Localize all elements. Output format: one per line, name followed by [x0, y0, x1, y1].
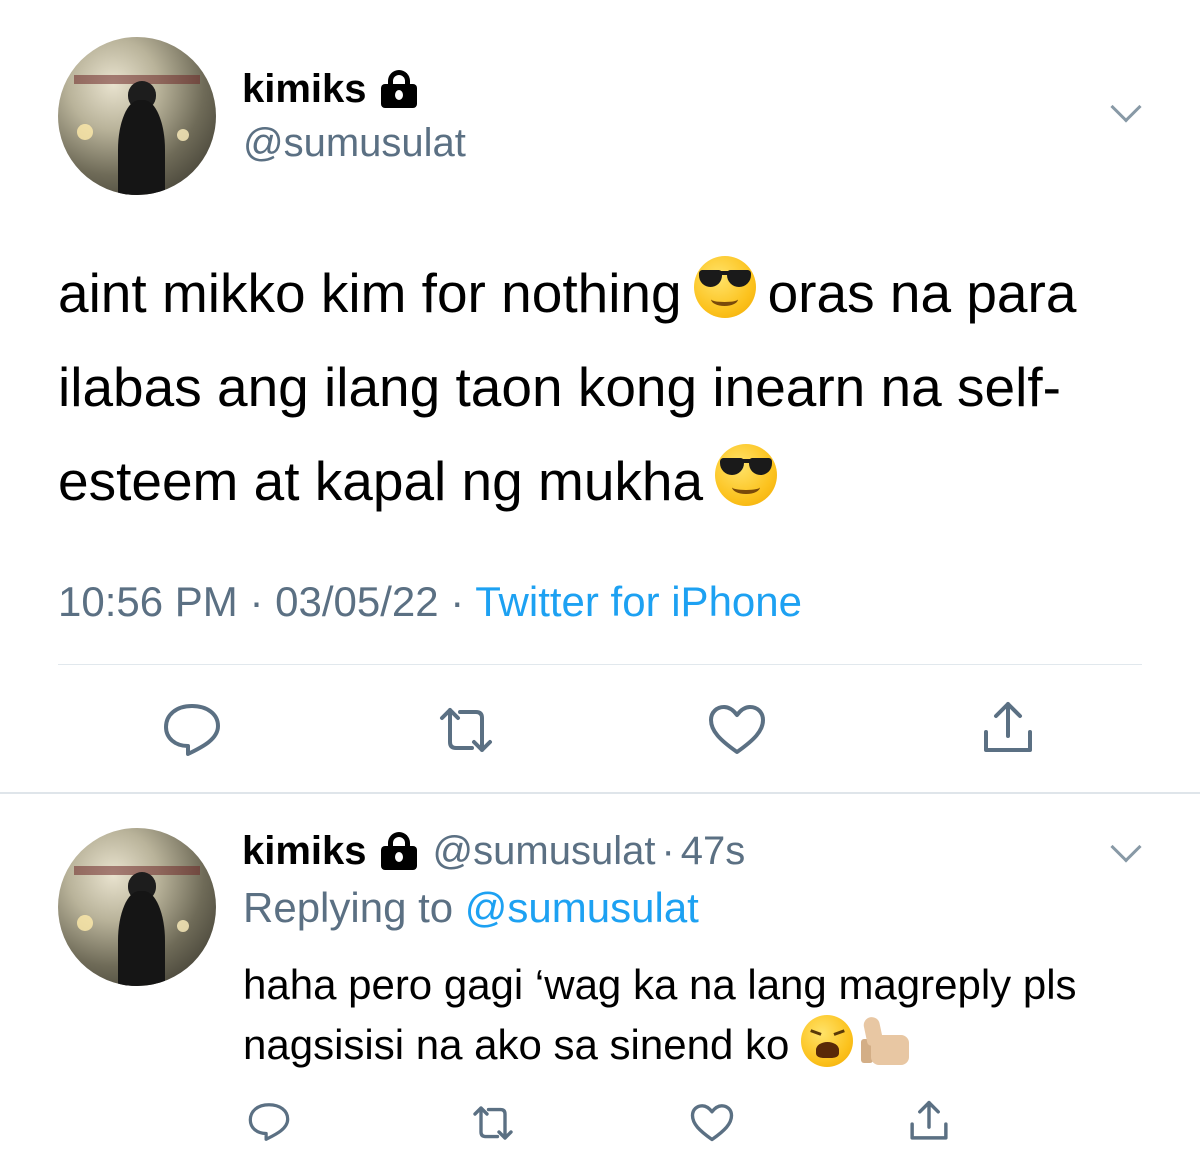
reply-text-body: haha pero gagi ‘wag ka na lang magreply … — [243, 961, 1077, 1068]
meta-separator: · — [237, 578, 276, 625]
smiling-face-with-sunglasses-emoji — [693, 256, 756, 318]
heart-icon[interactable] — [688, 1102, 736, 1144]
tweet-source-link[interactable]: Twitter for iPhone — [475, 578, 802, 625]
tweet-time[interactable]: 47s — [681, 829, 746, 874]
lock-icon — [380, 70, 417, 108]
display-name-text[interactable]: kimiks — [242, 829, 367, 874]
avatar[interactable] — [58, 37, 216, 195]
lock-icon — [380, 832, 417, 870]
main-tweet: kimiks @sumusulat aint mikko kim for not… — [0, 0, 1200, 792]
reply-icon[interactable] — [246, 1100, 292, 1144]
replying-to-mention[interactable]: @sumusulat — [465, 884, 699, 931]
meta-separator: · — [438, 578, 476, 625]
replying-to-label: Replying to — [243, 884, 465, 931]
tweet-text-part1: aint mikko kim for nothing — [58, 262, 682, 324]
heart-icon[interactable] — [706, 702, 768, 758]
divider — [0, 792, 1200, 794]
thumbs-up-emoji — [861, 1015, 911, 1067]
tweet-text: aint mikko kim for nothing oras na para i… — [58, 246, 1158, 528]
tweet-time[interactable]: 10:56 PM — [58, 578, 238, 625]
author-name[interactable]: kimiks — [242, 64, 417, 114]
divider — [58, 664, 1142, 665]
reply-icon[interactable] — [160, 700, 224, 760]
author-handle[interactable]: @sumusulat — [433, 829, 656, 874]
retweet-icon[interactable] — [468, 1102, 518, 1144]
weary-face-emoji — [801, 1015, 854, 1067]
share-icon[interactable] — [978, 698, 1038, 758]
replying-to: Replying to @sumusulat — [243, 884, 699, 932]
display-name-text[interactable]: kimiks — [242, 67, 367, 112]
chevron-down-icon[interactable] — [1110, 831, 1142, 863]
retweet-icon[interactable] — [434, 702, 498, 758]
avatar[interactable] — [58, 828, 216, 986]
tweet-date[interactable]: 03/05/22 — [275, 578, 439, 625]
meta-separator: · — [661, 828, 675, 873]
chevron-down-icon[interactable] — [1110, 91, 1142, 123]
smiling-face-with-sunglasses-emoji — [715, 444, 778, 506]
tweet-thread: kimiks @sumusulat aint mikko kim for not… — [0, 0, 1200, 1175]
tweet-meta: 10:56 PM · 03/05/22 · Twitter for iPhone — [58, 578, 802, 626]
author-handle[interactable]: @sumusulat — [243, 121, 466, 166]
reply-text: haha pero gagi ‘wag ka na lang magreply … — [243, 955, 1143, 1075]
share-icon[interactable] — [906, 1098, 952, 1144]
reply-header: kimiks @sumusulat · 47s — [242, 825, 745, 877]
